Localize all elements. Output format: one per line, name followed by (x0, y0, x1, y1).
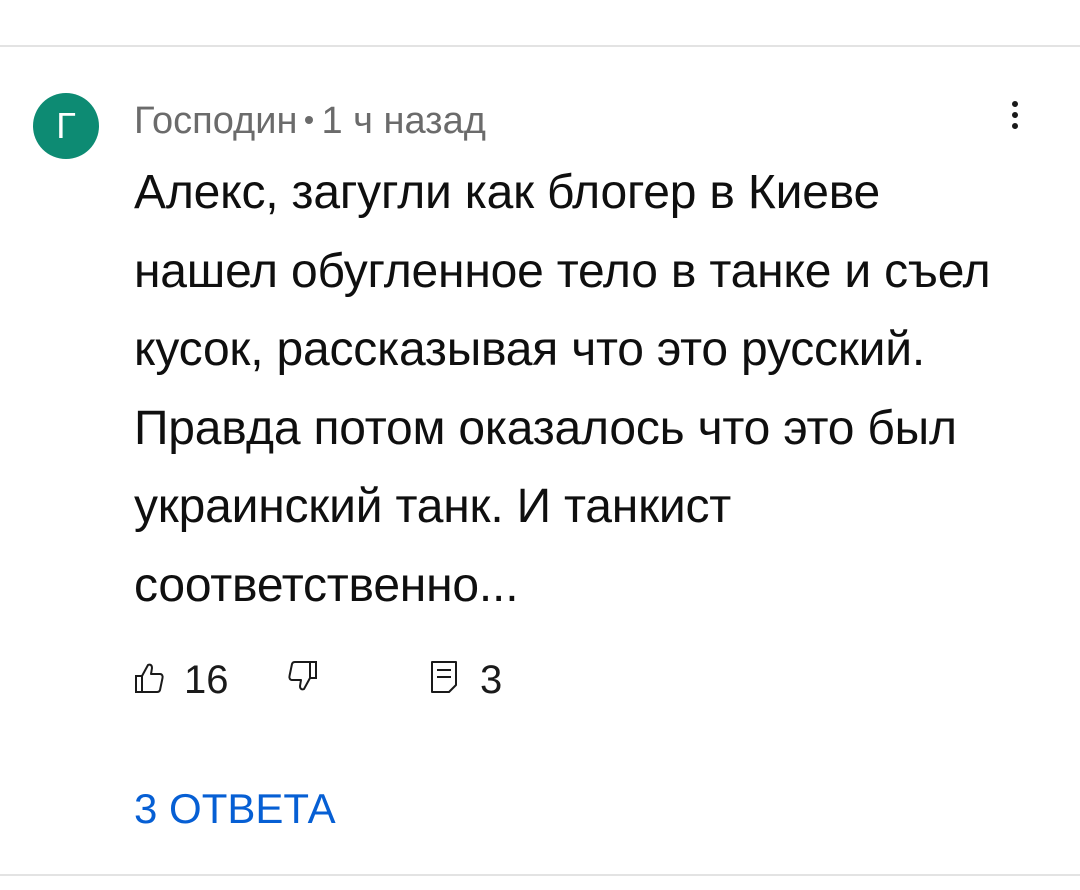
author-name[interactable]: Господин (134, 100, 297, 142)
dislike-button[interactable] (288, 650, 338, 710)
thumbs-up-icon (135, 663, 164, 693)
bottom-divider (0, 874, 1080, 876)
top-divider (0, 45, 1080, 47)
timestamp[interactable]: 1 ч назад (321, 100, 485, 142)
reply-count: 3 (480, 658, 503, 702)
vertical-ellipsis-icon (1012, 101, 1018, 107)
reply-comment-icon (431, 661, 457, 693)
more-options-button[interactable] (996, 93, 1036, 137)
comment-meta: Господин 1 ч назад (134, 96, 486, 146)
avatar[interactable]: Г (33, 93, 99, 159)
comment-text: Алекс, загугли как блогер в Киеве нашел … (134, 166, 991, 612)
like-count: 16 (184, 658, 229, 702)
reply-button[interactable]: 3 (430, 650, 520, 710)
thumbs-down-icon (288, 661, 317, 691)
comment-actions: 16 3 (134, 650, 734, 710)
view-replies-button[interactable]: 3 ОТВЕТА (134, 779, 336, 839)
separator-dot (305, 115, 314, 124)
like-button[interactable]: 16 (134, 650, 254, 710)
